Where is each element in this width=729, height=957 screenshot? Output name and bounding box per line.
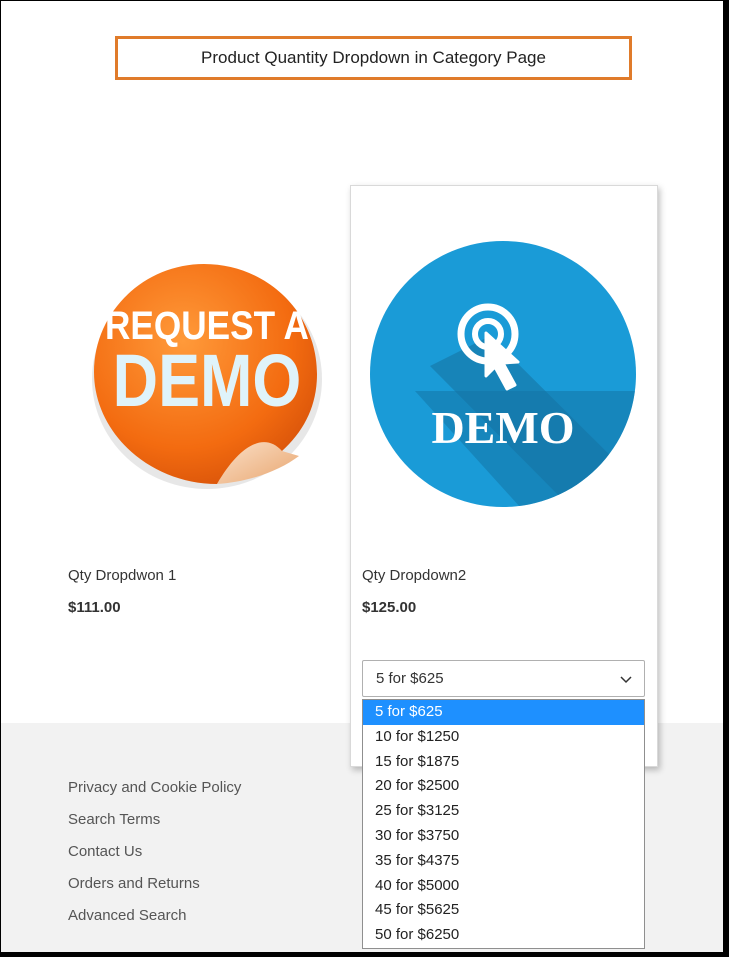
window-border <box>724 0 729 957</box>
page: Product Quantity Dropdown in Category Pa… <box>1 1 723 952</box>
chevron-down-icon <box>620 676 632 684</box>
footer-link-contact[interactable]: Contact Us <box>68 842 241 874</box>
footer-link-search-terms[interactable]: Search Terms <box>68 810 241 842</box>
qty-dropdown-list: 5 for $625 10 for $1250 15 for $1875 20 … <box>362 699 645 949</box>
qty-option[interactable]: 20 for $2500 <box>363 774 644 799</box>
footer-link-advanced-search[interactable]: Advanced Search <box>68 906 241 938</box>
page-title-box: Product Quantity Dropdown in Category Pa… <box>115 36 632 80</box>
qty-option[interactable]: 45 for $5625 <box>363 898 644 923</box>
qty-select[interactable]: 5 for $625 <box>362 660 645 697</box>
product-price-1: $111.00 <box>68 599 121 616</box>
product-name-1[interactable]: Qty Dropdwon 1 <box>68 567 176 584</box>
product-name-2[interactable]: Qty Dropdown2 <box>362 567 466 584</box>
qty-option[interactable]: 30 for $3750 <box>363 824 644 849</box>
product-price-2: $125.00 <box>362 599 417 616</box>
footer-link-orders-returns[interactable]: Orders and Returns <box>68 874 241 906</box>
qty-select-value: 5 for $625 <box>376 670 444 687</box>
qty-option[interactable]: 15 for $1875 <box>363 750 644 775</box>
qty-option[interactable]: 35 for $4375 <box>363 849 644 874</box>
footer-link-privacy[interactable]: Privacy and Cookie Policy <box>68 778 241 810</box>
demo-text: DEMO <box>431 402 574 453</box>
request-demo-badge-image[interactable]: REQUEST A DEMO <box>89 256 329 491</box>
qty-option[interactable]: 5 for $625 <box>363 700 644 725</box>
footer-links: Privacy and Cookie Policy Search Terms C… <box>68 778 241 938</box>
qty-option[interactable]: 40 for $5000 <box>363 874 644 899</box>
request-demo-text-2: DEMO <box>113 339 302 422</box>
qty-option[interactable]: 10 for $1250 <box>363 725 644 750</box>
qty-option[interactable]: 25 for $3125 <box>363 799 644 824</box>
qty-option[interactable]: 50 for $6250 <box>363 923 644 948</box>
page-title: Product Quantity Dropdown in Category Pa… <box>201 48 546 67</box>
demo-badge-image[interactable]: DEMO <box>370 241 636 507</box>
